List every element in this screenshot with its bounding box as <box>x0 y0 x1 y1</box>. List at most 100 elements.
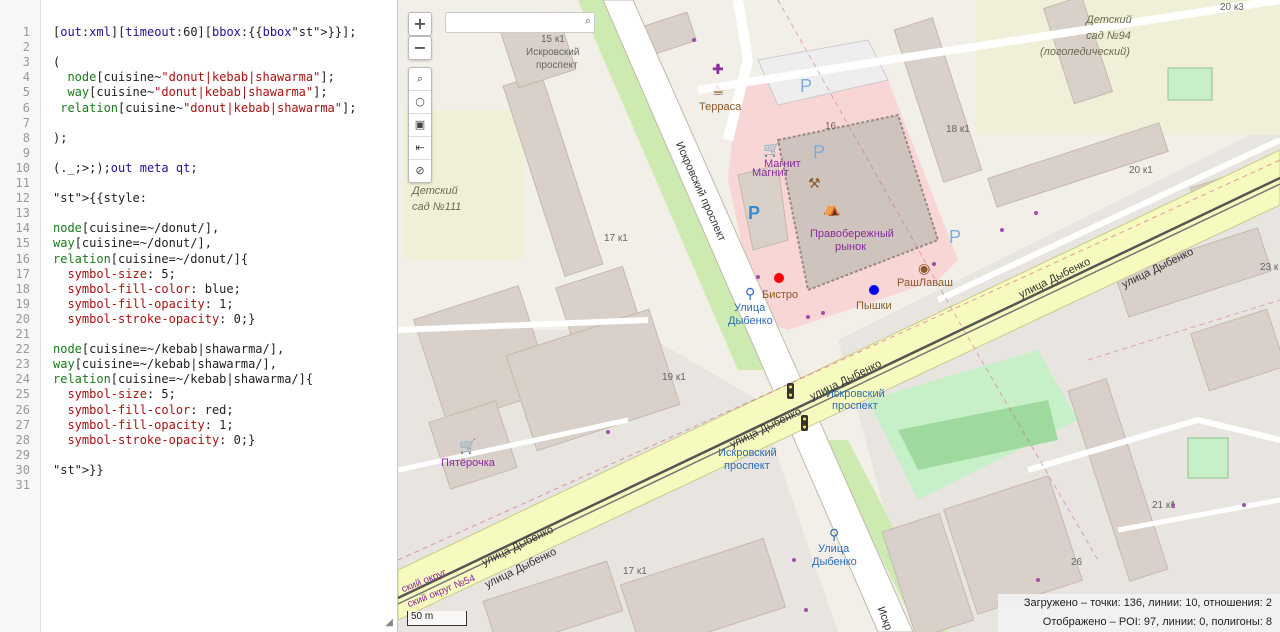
line-number: 17 <box>15 266 30 281</box>
line-number: 30 <box>15 462 30 477</box>
code-line[interactable]: ); <box>53 131 67 145</box>
line-number: 25 <box>15 387 30 402</box>
line-number: 24 <box>15 372 30 387</box>
resize-handle-icon[interactable]: ◢ <box>385 617 393 628</box>
house-number: 19 к1 <box>662 372 686 383</box>
loaded-stats: Загружено – точки: 136, линии: 10, отнош… <box>1023 597 1272 609</box>
code-line[interactable]: symbol-size: 5; <box>53 387 175 401</box>
line-number: 2 <box>22 40 30 55</box>
code-line[interactable]: relation[cuisine=~/donut/]{ <box>53 252 248 266</box>
line-number: 10 <box>15 160 30 175</box>
map-label: проспект <box>536 60 578 71</box>
parking-icon: P <box>748 203 761 223</box>
restaurant-icon[interactable]: ⚒ <box>808 177 821 191</box>
fastfood-icon[interactable]: ◉ <box>918 262 930 276</box>
code-line[interactable]: node[cuisine=~/kebab|shawarma/], <box>53 342 284 356</box>
code-line[interactable]: "st">{{style: <box>53 191 147 205</box>
clear-icon[interactable]: ⊘ <box>409 160 431 182</box>
code-line[interactable]: node[cuisine~"donut|kebab|shawarma"]; <box>53 70 334 84</box>
search-location-icon[interactable]: ⌕ <box>409 68 431 91</box>
house-number: 20 к3 <box>1220 2 1244 13</box>
line-number: 21 <box>15 327 30 341</box>
code-line[interactable]: (._;>;);out meta qt; <box>53 161 198 175</box>
line-number: 12 <box>15 191 30 206</box>
line-number: 5 <box>22 85 30 100</box>
house-number: 21 к1 <box>1152 500 1176 511</box>
shop-icon[interactable]: 🛒 <box>763 143 780 157</box>
house-number: 17 к1 <box>623 566 647 577</box>
line-number: 29 <box>15 447 30 462</box>
line-number: 7 <box>22 115 30 130</box>
house-number: 18 к1 <box>946 124 970 135</box>
line-number: 27 <box>15 417 30 432</box>
map-label: Пятёрочка <box>441 457 495 469</box>
code-line[interactable]: way[cuisine=~/kebab|shawarma/], <box>53 357 277 371</box>
code-line[interactable]: [out:xml][timeout:60][bbox:{{bbox"st">}}… <box>53 25 357 39</box>
code-line[interactable]: symbol-stroke-opacity: 0;} <box>53 433 255 447</box>
line-number: 22 <box>15 342 30 357</box>
parking-icon: P <box>800 76 813 96</box>
code-line[interactable]: relation[cuisine=~/kebab|shawarma/]{ <box>53 372 313 386</box>
line-number: 1 <box>22 25 30 39</box>
code-line[interactable]: relation[cuisine~"donut|kebab|shawarma"]… <box>53 101 356 115</box>
line-number: 28 <box>15 432 30 447</box>
zoom-in-button[interactable]: + <box>408 12 432 36</box>
shop-icon[interactable]: 🛒 <box>459 440 476 454</box>
house-number: 17 к1 <box>604 233 628 244</box>
line-number: 20 <box>15 311 30 326</box>
map-label: сад №111 <box>412 201 462 213</box>
map-search-input[interactable] <box>449 13 577 32</box>
code-line[interactable]: symbol-size: 5; <box>53 267 175 281</box>
market-icon[interactable]: ⛺ <box>823 202 840 216</box>
code-line[interactable]: symbol-fill-opacity: 1; <box>53 418 233 432</box>
code-line[interactable]: "st">}} <box>53 463 104 477</box>
map-search-box: ⌕ <box>445 12 595 33</box>
map-label: Детский <box>1086 14 1132 26</box>
code-line[interactable]: way[cuisine~"donut|kebab|shawarma"]; <box>53 85 327 99</box>
line-number: 19 <box>15 296 30 311</box>
zoom-out-button[interactable]: − <box>408 36 432 60</box>
house-number: 26 <box>1071 557 1083 568</box>
map-label: 16 <box>825 121 837 132</box>
code-line[interactable]: ( <box>53 55 60 69</box>
line-number: 13 <box>15 206 30 221</box>
house-number: 20 к1 <box>1129 165 1153 176</box>
house-number: 23 к <box>1260 262 1279 273</box>
cafe-icon[interactable]: ☕ <box>712 84 725 98</box>
map-label: проспект <box>832 400 878 412</box>
map-view[interactable]: Детский сад №94 (логопедический) Детский… <box>398 0 1280 632</box>
code-line[interactable]: symbol-fill-opacity: 1; <box>53 297 233 311</box>
code-line[interactable]: node[cuisine=~/donut/], <box>53 221 219 235</box>
map-label: проспект <box>724 460 770 472</box>
map-label: Искровский <box>526 47 580 58</box>
parking-icon: P <box>813 142 826 162</box>
bus-stop-icon[interactable]: ⚲ <box>829 528 839 542</box>
displayed-stats: Отображено – POI: 97, линии: 0, полигоны… <box>1042 616 1272 628</box>
fit-data-icon[interactable]: ⇤ <box>409 137 431 160</box>
line-number: 8 <box>22 130 30 145</box>
code-line[interactable]: way[cuisine=~/donut/], <box>53 236 212 250</box>
code-editor[interactable]: 1 2 3 4 5 6 7 8 9 10 11 12 13 14 15 16 17 18 19 20 21 22 23 24 2… <box>0 0 398 632</box>
line-number: 9 <box>22 145 30 160</box>
map-label: 15 к1 <box>541 34 565 45</box>
code-line[interactable]: symbol-fill-color: red; <box>53 403 233 417</box>
locate-icon[interactable]: ○ <box>409 91 431 114</box>
map-label: Улица <box>734 302 766 314</box>
code-line[interactable]: symbol-fill-color: blue; <box>53 282 240 296</box>
code-line[interactable]: symbol-stroke-opacity: 0;} <box>53 312 255 326</box>
line-number: 18 <box>15 281 30 296</box>
line-number: 31 <box>15 478 30 492</box>
map-label: Улица <box>818 543 850 555</box>
line-number: 15 <box>15 236 30 251</box>
map-label: РашЛаваш <box>897 277 953 289</box>
bus-stop-icon[interactable]: ⚲ <box>745 287 755 301</box>
line-number: 3 <box>22 55 30 70</box>
image-export-icon[interactable]: ▣ <box>409 114 431 137</box>
scale-bar: 50 m <box>407 611 467 626</box>
pharmacy-icon[interactable]: ✚ <box>712 63 724 77</box>
search-icon[interactable]: ⌕ <box>585 14 591 28</box>
map-toolbar: ⌕ ○ ▣ ⇤ ⊘ <box>408 67 432 183</box>
map-label: рынок <box>835 241 867 253</box>
map-label: Детский <box>412 185 458 197</box>
data-stats-panel: Загружено – точки: 136, линии: 10, отнош… <box>998 594 1280 632</box>
